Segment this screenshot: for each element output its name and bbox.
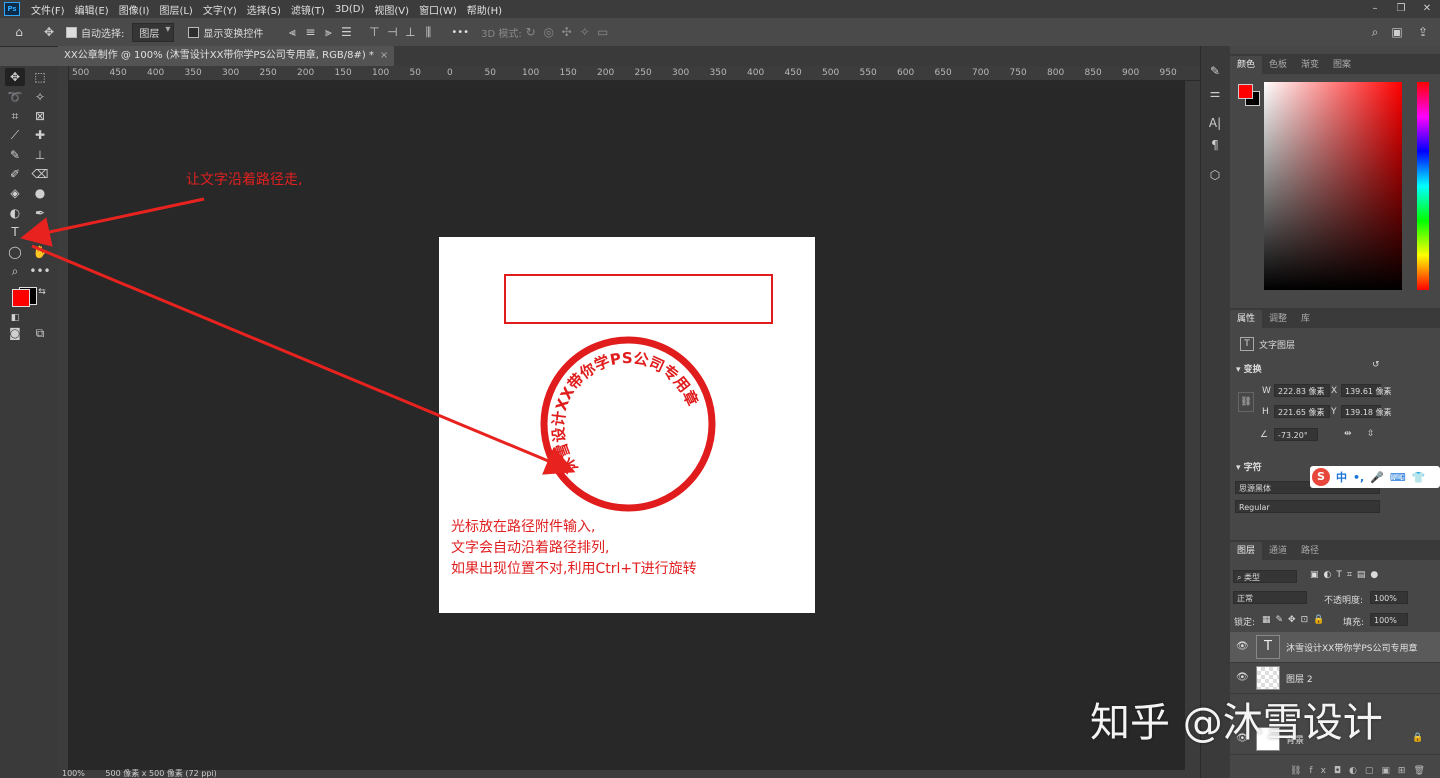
w-label: W [1262, 386, 1271, 396]
document-size: 500 像素 x 500 像素 (72 ppi) [105, 769, 217, 778]
tab-channels[interactable]: 通道 [1262, 542, 1294, 560]
properties-panel-tabs: 属性 调整 库 [1230, 308, 1440, 328]
lock-icon[interactable]: 🔒 [1412, 733, 1423, 743]
ime-toolbar[interactable]: S 中 •, 🎤 ⌨ 👕 [1310, 466, 1440, 488]
x-label: X [1331, 386, 1338, 396]
zoom-level: 100% [62, 769, 85, 778]
layers-footer-icons[interactable]: ⛓fx◘◐▢▣⊞🗑 [1290, 766, 1433, 776]
link-icon[interactable]: ⛓ [1238, 392, 1254, 412]
skin-icon[interactable]: 👕 [1412, 471, 1426, 484]
ime-punctuation[interactable]: •, [1353, 471, 1364, 484]
paragraph-icon[interactable]: ¶ [1206, 136, 1224, 154]
lock-label: 锁定: [1234, 618, 1256, 628]
visibility-icon[interactable]: 👁 [1236, 641, 1249, 652]
tab-color[interactable]: 颜色 [1230, 56, 1263, 74]
x-field[interactable]: 139.61 像素 [1341, 384, 1392, 397]
fill-label: 填充: [1343, 618, 1365, 628]
arrow-to-stamp-path [31, 244, 576, 475]
3d-panel-icon[interactable]: ⬡ [1206, 166, 1224, 184]
ime-chinese-mode[interactable]: 中 [1336, 469, 1347, 485]
lock-icons[interactable]: ▦✎✥⊡🔒 [1262, 615, 1329, 625]
hue-slider[interactable] [1417, 82, 1429, 290]
character-section-title[interactable]: ▾ 字符 [1236, 460, 1262, 473]
reset-transform-icon[interactable]: ↺ [1372, 360, 1380, 370]
microphone-icon[interactable]: 🎤 [1370, 471, 1384, 484]
tab-swatches[interactable]: 色板 [1262, 56, 1294, 74]
layer-filter-icons[interactable]: ▣◐T⌗▤● [1310, 570, 1383, 580]
tab-gradients[interactable]: 渐变 [1294, 56, 1326, 74]
layer-filter-select[interactable]: ⌕ 类型 [1233, 570, 1297, 583]
flip-vertical-icon[interactable]: ⇳ [1367, 429, 1375, 439]
layer-filter-value: 类型 [1244, 573, 1261, 582]
flip-horizontal-icon[interactable]: ⇹ [1344, 429, 1352, 439]
tab-properties[interactable]: 属性 [1230, 310, 1263, 328]
layer-name: 图层 2 [1286, 675, 1313, 685]
character-icon[interactable]: A| [1206, 114, 1224, 132]
y-label: Y [1331, 407, 1337, 417]
tab-layers[interactable]: 图层 [1230, 542, 1263, 560]
h-label: H [1262, 407, 1269, 417]
angle-icon: ∠ [1260, 430, 1269, 440]
watermark: 知乎 @沐雪设计 [1090, 700, 1383, 746]
y-field[interactable]: 139.18 像素 [1341, 405, 1392, 418]
color-picker-field[interactable] [1264, 82, 1402, 290]
panel-foreground-swatch[interactable] [1238, 84, 1253, 99]
status-bar: 100% 500 像素 x 500 像素 (72 ppi) [58, 770, 1200, 778]
type-layer-icon: T [1240, 337, 1254, 351]
sogou-logo-icon: S [1312, 468, 1330, 486]
tab-libraries[interactable]: 库 [1294, 310, 1317, 328]
brush-settings-icon[interactable]: ✎ [1206, 62, 1224, 80]
blend-mode-select[interactable]: 正常 [1233, 591, 1307, 604]
height-field[interactable]: 221.65 像素 [1274, 405, 1330, 418]
tab-adjustments[interactable]: 调整 [1262, 310, 1294, 328]
opacity-field[interactable]: 100% [1370, 591, 1408, 604]
visibility-icon[interactable]: 👁 [1236, 672, 1249, 683]
angle-field[interactable]: -73.20° [1274, 428, 1318, 441]
text-layer-thumbnail: T [1256, 635, 1280, 659]
keyboard-icon[interactable]: ⌨ [1390, 471, 1406, 484]
layer-name: 沐雪设计XX带你学PS公司专用章 [1286, 644, 1418, 654]
arrow-to-type-tool [20, 197, 205, 247]
right-panels: 颜色 色板 渐变 图案 属性 调整 库 T 文字图层 ▾ 变换 ↺ ⛓ W 22… [1230, 46, 1440, 778]
panel-icon-strip: ✎ ⚌ A| ¶ ⬡ [1200, 46, 1232, 778]
color-panel-tabs: 颜色 色板 渐变 图案 [1230, 54, 1440, 74]
layers-panel-tabs: 图层 通道 路径 [1230, 540, 1440, 560]
transform-section-title[interactable]: ▾ 变换 [1236, 362, 1262, 375]
opacity-label: 不透明度: [1324, 596, 1364, 606]
layer-row[interactable]: 👁 T 沐雪设计XX带你学PS公司专用章 [1230, 632, 1440, 663]
layer-type-label: 文字图层 [1259, 341, 1296, 351]
width-field[interactable]: 222.83 像素 [1274, 384, 1330, 397]
char-title: 字符 [1243, 463, 1262, 473]
font-style-select[interactable]: Regular [1235, 500, 1380, 513]
adjustments-icon[interactable]: ⚌ [1206, 84, 1224, 102]
tab-paths[interactable]: 路径 [1294, 542, 1326, 560]
layer-thumbnail [1256, 666, 1280, 690]
transform-title: 变换 [1243, 365, 1262, 375]
tab-patterns[interactable]: 图案 [1326, 56, 1358, 74]
fill-field[interactable]: 100% [1370, 613, 1408, 626]
